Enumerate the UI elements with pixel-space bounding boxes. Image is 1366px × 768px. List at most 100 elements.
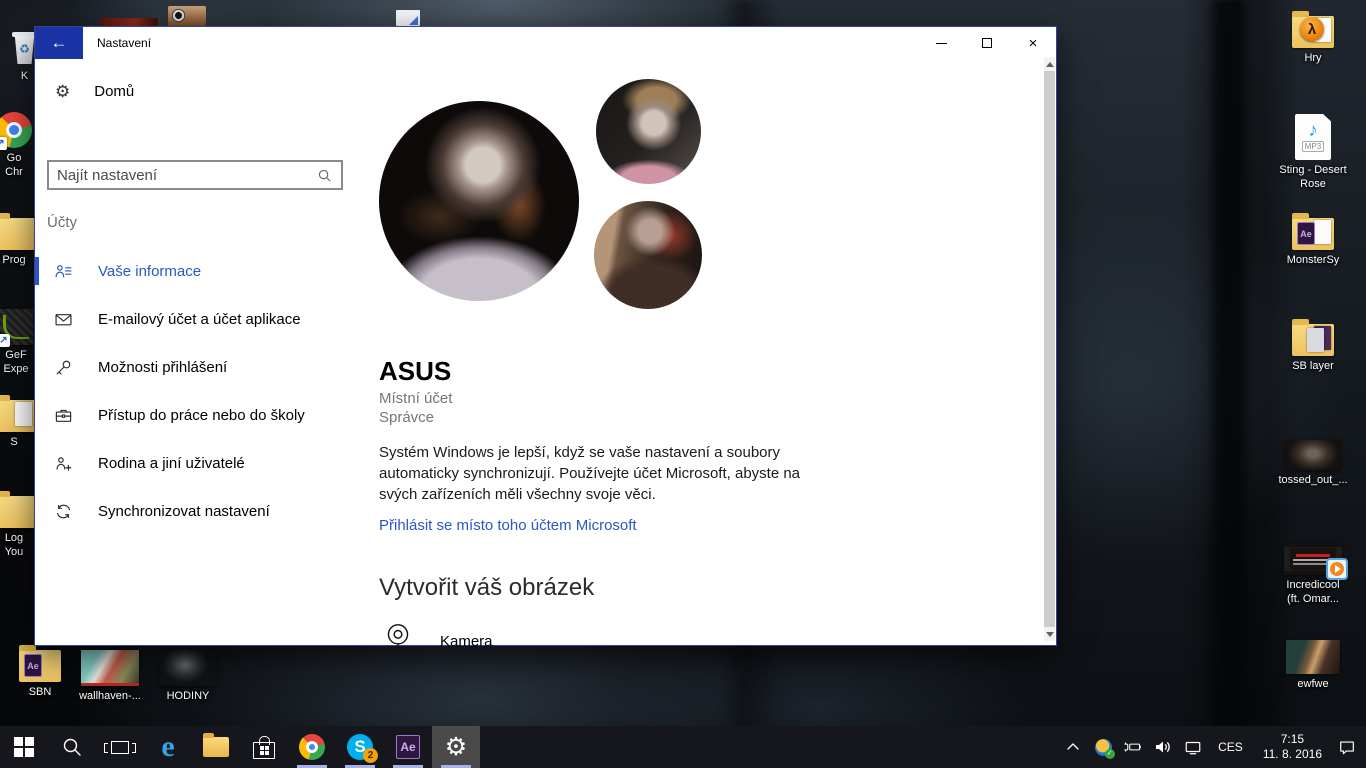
icon-label: SBN	[29, 685, 52, 699]
tray-clock[interactable]: 7:15 11. 8. 2016	[1255, 732, 1330, 762]
windows-flag-icon	[260, 746, 269, 755]
search-input[interactable]	[49, 167, 317, 184]
account-avatar-history-1[interactable]	[596, 79, 701, 184]
start-button[interactable]	[0, 726, 48, 768]
desktop-icon-prog-folder[interactable]: Prog	[0, 212, 34, 267]
sidebar-item-family-other-users[interactable]: Rodina a jiní uživatelé	[35, 439, 379, 487]
shortcut-arrow-icon: ↗	[0, 334, 10, 347]
desktop-icon-sbn-folder[interactable]: Ae SBN	[12, 644, 68, 699]
desktop-icon-hodiny-image[interactable]: HODINY	[156, 650, 220, 703]
icon-label: wallhaven-...	[79, 689, 141, 703]
tray-antivirus-button[interactable]	[1090, 726, 1116, 768]
sidebar-item-sync-settings[interactable]: Synchronizovat nastavení	[35, 487, 379, 535]
icon-label: Go Chr	[5, 151, 23, 179]
tray-power-button[interactable]	[1120, 726, 1146, 768]
file-card	[15, 402, 32, 426]
image-thumbnail	[81, 650, 139, 686]
camera-button[interactable]: Kamera	[384, 621, 493, 662]
sidebar-item-label: Přístup do práce nebo do školy	[98, 407, 305, 424]
taskbar-edge-button[interactable]: e	[144, 726, 192, 768]
icon-label: tossed_out_...	[1278, 473, 1347, 487]
maximize-button[interactable]	[964, 27, 1010, 59]
store-icon	[253, 742, 275, 759]
tray-language-indicator[interactable]: CES	[1210, 740, 1251, 754]
icon-label: Log You	[5, 531, 24, 559]
webcam-icon	[384, 621, 412, 662]
sidebar-item-label: E-mailový účet a účet aplikace	[98, 311, 301, 328]
folder-icon: λ	[1292, 16, 1334, 48]
warning-text-bar	[1296, 554, 1330, 557]
windows-logo-icon	[14, 737, 34, 757]
scroll-down-button[interactable]	[1044, 627, 1055, 641]
taskbar-skype-button[interactable]: S 2	[336, 726, 384, 768]
desktop-icon-log-you-folder[interactable]: Log You	[0, 490, 34, 559]
desktop-icon-ewfwe-image[interactable]: ewfwe	[1284, 640, 1342, 691]
play-triangle-icon	[1335, 565, 1341, 573]
scrollbar[interactable]	[1044, 57, 1055, 641]
document-corner	[409, 16, 418, 25]
desktop-icon-incredicool-video[interactable]: Incredicool (ft. Omar...	[1282, 543, 1344, 606]
battery-plug-icon	[1124, 738, 1142, 756]
tray-chevron-up-button[interactable]	[1060, 726, 1086, 768]
skype-notification-badge: 2	[363, 748, 378, 763]
folder-icon	[0, 400, 35, 432]
desktop-icon-sb-layer-folder[interactable]: SB layer	[1282, 318, 1344, 373]
taskbar-after-effects-button[interactable]: Ae	[384, 726, 432, 768]
sidebar-item-label: Možnosti přihlášení	[98, 359, 227, 376]
icon-label: Incredicool (ft. Omar...	[1286, 578, 1339, 606]
sidebar-item-label: Vaše informace	[98, 263, 201, 280]
back-button[interactable]: ←	[35, 27, 83, 59]
gear-icon: ⚙	[55, 83, 70, 100]
antivirus-status-icon	[1095, 739, 1112, 756]
image-thumbnail	[1285, 440, 1341, 470]
desktop-icon-s-folder[interactable]: S	[0, 394, 34, 449]
folder-icon	[1292, 324, 1334, 356]
account-avatar-history-2[interactable]	[594, 201, 702, 309]
search-icon	[61, 736, 83, 758]
tray-time: 7:15	[1263, 732, 1322, 747]
sidebar-item-work-school-access[interactable]: Přístup do práce nebo do školy	[35, 391, 379, 439]
desktop-icon-geforce-experience[interactable]: ↗ GeF Expe	[0, 306, 36, 376]
scrollbar-thumb[interactable]	[1044, 71, 1055, 627]
sidebar-item-home[interactable]: ⚙ Domů	[55, 83, 134, 100]
taskbar-chrome-button[interactable]	[288, 726, 336, 768]
sidebar-item-signin-options[interactable]: Možnosti přihlášení	[35, 343, 379, 391]
desktop-icon-monstersy-folder[interactable]: Ae MonsterSy	[1282, 212, 1344, 267]
account-type: Místní účet	[379, 390, 452, 407]
taskbar-store-button[interactable]	[240, 726, 288, 768]
minimize-button[interactable]	[918, 27, 964, 59]
action-center-button[interactable]	[1334, 726, 1360, 768]
partial-desktop-icon	[100, 18, 158, 26]
chrome-icon	[299, 734, 325, 760]
titlebar: ← Nastavení ×	[35, 27, 1056, 59]
scroll-up-button[interactable]	[1044, 57, 1055, 71]
taskbar-settings-button[interactable]: ⚙	[432, 726, 480, 768]
tray-network-button[interactable]	[1180, 726, 1206, 768]
taskbar-file-explorer-button[interactable]	[192, 726, 240, 768]
close-button[interactable]: ×	[1010, 27, 1056, 59]
maximize-icon	[982, 38, 992, 48]
tray-volume-button[interactable]	[1150, 726, 1176, 768]
section-label: Účty	[47, 214, 77, 231]
sidebar-item-your-info[interactable]: Vaše informace	[35, 247, 379, 295]
account-name: ASUS	[379, 356, 451, 387]
folder-icon: Ae	[1292, 218, 1334, 250]
sidebar-item-email-accounts[interactable]: E-mailový účet a účet aplikace	[35, 295, 379, 343]
taskbar-search-button[interactable]	[48, 726, 96, 768]
task-view-button[interactable]	[96, 726, 144, 768]
home-label: Domů	[94, 83, 134, 100]
folder-icon	[0, 496, 35, 528]
sidebar-item-label: Synchronizovat nastavení	[98, 503, 270, 520]
account-description: Systém Windows je lepší, když se vaše na…	[379, 442, 815, 505]
partial-desktop-icon-document	[396, 10, 420, 26]
desktop-icon-tossed-out-image[interactable]: tossed_out_...	[1282, 440, 1344, 487]
user-info-icon	[55, 263, 72, 280]
image-thumbnail	[1286, 640, 1340, 674]
desktop-icon-wallhaven-image[interactable]: wallhaven-...	[78, 650, 142, 703]
desktop-icon-mp3-file[interactable]: ♪ MP3 Sting - Desert Rose	[1282, 114, 1344, 191]
desktop-icon-hry-folder[interactable]: λ Hry	[1282, 10, 1344, 65]
desktop-background-layer	[1206, 0, 1252, 768]
desktop-icon-google-chrome[interactable]: ↗ Go Chr	[0, 112, 34, 179]
switch-to-microsoft-account-link[interactable]: Přihlásit se místo toho účtem Microsoft	[379, 517, 637, 534]
back-arrow-icon: ←	[51, 33, 68, 53]
